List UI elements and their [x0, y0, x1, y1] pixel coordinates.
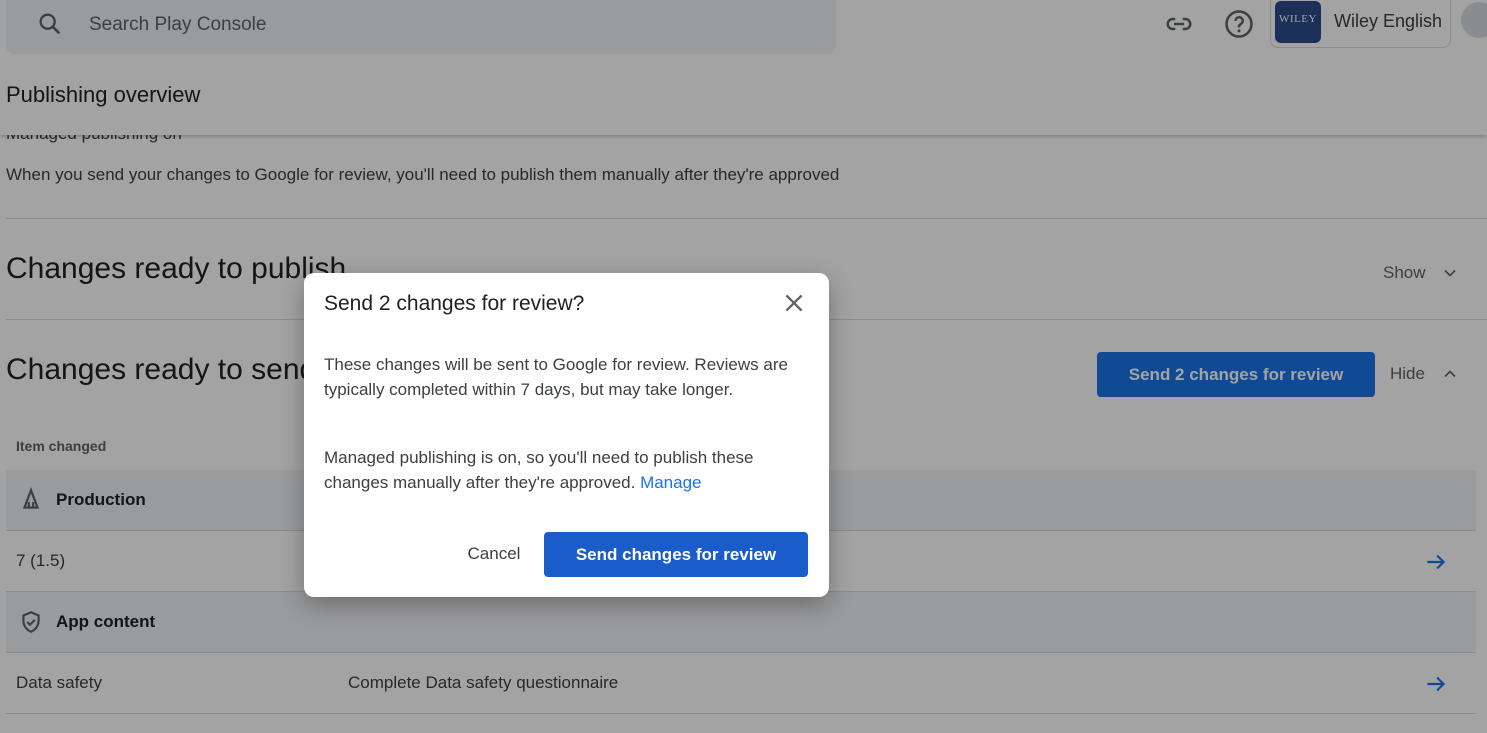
- dialog-paragraph-review: These changes will be sent to Google for…: [324, 355, 788, 399]
- dialog-title: Send 2 changes for review?: [324, 292, 585, 315]
- close-icon[interactable]: [781, 290, 807, 316]
- manage-link[interactable]: Manage: [640, 473, 701, 492]
- send-for-review-dialog: Send 2 changes for review? These changes…: [304, 273, 829, 597]
- dialog-paragraph-managed: Managed publishing is on, so you'll need…: [324, 445, 804, 495]
- cancel-button[interactable]: Cancel: [452, 532, 536, 576]
- confirm-send-button[interactable]: Send changes for review: [544, 532, 808, 577]
